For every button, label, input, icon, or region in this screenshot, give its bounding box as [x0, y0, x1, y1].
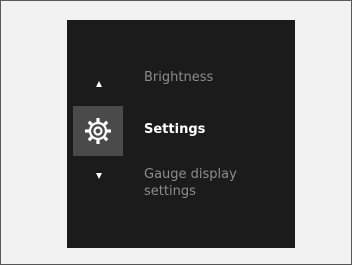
diagram-frame: Brightness Settings Gauge display settin… — [0, 0, 352, 265]
menu-item-brightness[interactable]: Brightness — [144, 69, 213, 86]
selected-item-tile[interactable] — [73, 106, 123, 156]
gear-icon — [83, 116, 113, 146]
up-arrow-icon[interactable] — [96, 81, 102, 87]
display-screen: Brightness Settings Gauge display settin… — [67, 20, 295, 248]
menu-item-settings[interactable]: Settings — [144, 121, 205, 138]
down-arrow-icon[interactable] — [96, 173, 102, 179]
menu-item-gauge-display-settings[interactable]: Gauge display settings — [144, 166, 237, 200]
